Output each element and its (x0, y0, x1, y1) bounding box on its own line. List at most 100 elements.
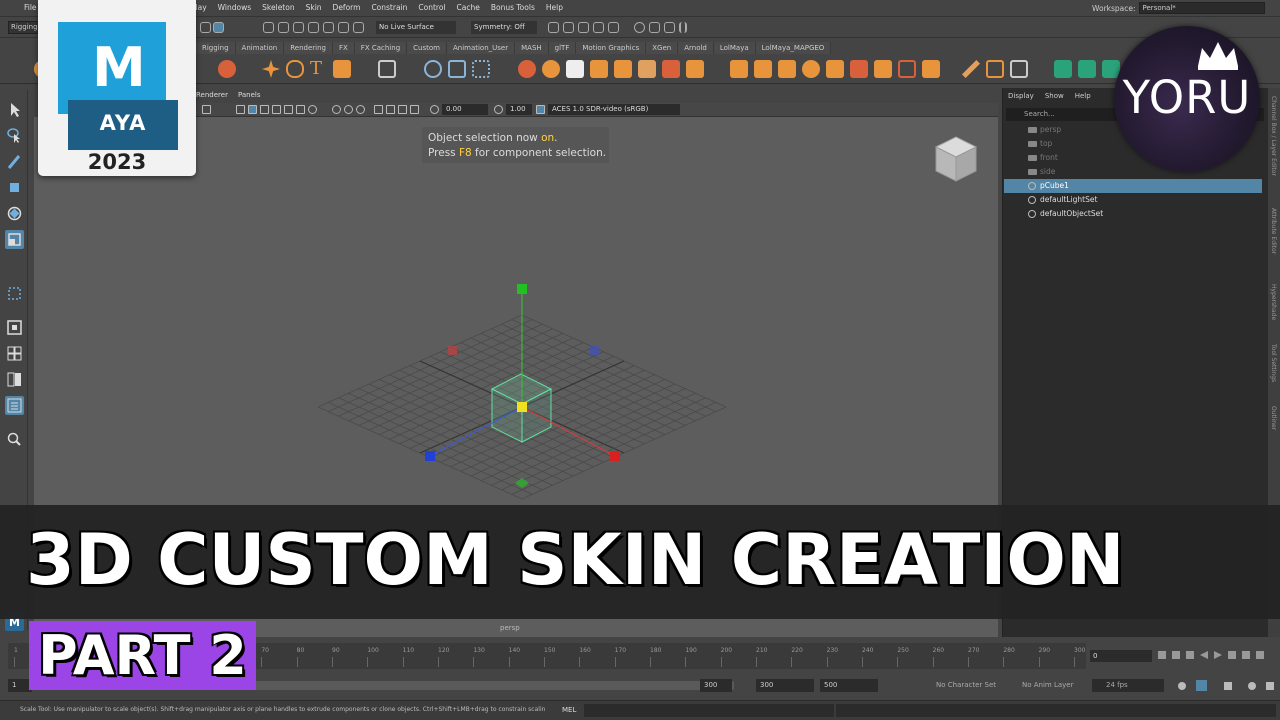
anim-end-field[interactable]: 300 (756, 679, 814, 692)
side-tab-tool-settings[interactable]: Tool Settings (1270, 344, 1277, 382)
shelf-bevel-icon[interactable] (614, 60, 632, 78)
menu-bonus-tools[interactable]: Bonus Tools (491, 3, 535, 12)
search-icon[interactable] (5, 430, 24, 449)
shelf-ring-icon[interactable] (826, 60, 844, 78)
shelf-measure-icon[interactable] (986, 60, 1004, 78)
menu-constrain[interactable]: Constrain (371, 3, 407, 12)
outliner-menu-show[interactable]: Show (1045, 92, 1064, 100)
exposure-field[interactable]: 0.00 (442, 104, 488, 115)
xray-components-icon[interactable] (410, 105, 419, 114)
select-tool-icon[interactable] (5, 100, 24, 119)
outliner-layout-icon[interactable] (5, 396, 24, 415)
fps-dropdown[interactable]: 24 fps (1092, 679, 1164, 692)
shelf-uv-icon[interactable] (778, 60, 796, 78)
menu-deform[interactable]: Deform (333, 3, 361, 12)
color-mgmt-toggle-icon[interactable] (536, 105, 545, 114)
render-seq-icon[interactable] (578, 22, 589, 33)
exposure-icon[interactable] (430, 105, 439, 114)
shelf-star-icon[interactable] (262, 60, 280, 78)
color-mgmt-icon[interactable] (634, 22, 645, 33)
ipr-render-icon[interactable] (593, 22, 604, 33)
shelf-merge-icon[interactable] (686, 60, 704, 78)
color-space-dropdown[interactable]: ACES 1.0 SDR-video (sRGB) (548, 104, 680, 115)
shelf-cylinder-icon[interactable] (590, 60, 608, 78)
play-back-icon[interactable] (1200, 651, 1208, 659)
play-forward-icon[interactable] (1214, 651, 1222, 659)
move-tool-icon[interactable] (5, 178, 24, 197)
shelf-svg-icon[interactable] (333, 60, 351, 78)
motion-blur-icon[interactable] (332, 105, 341, 114)
menu-skeleton[interactable]: Skeleton (262, 3, 294, 12)
xray-joints-icon[interactable] (398, 105, 407, 114)
live-surface-field[interactable]: No Live Surface (376, 21, 456, 34)
rotate-tool-icon[interactable] (5, 204, 24, 223)
shadows-icon[interactable] (296, 105, 305, 114)
side-tab-outliner[interactable]: Outliner (1270, 406, 1277, 430)
shelf-tab-custom[interactable]: Custom (407, 42, 447, 54)
menu-skin[interactable]: Skin (306, 3, 322, 12)
shade-wire-icon[interactable] (260, 105, 269, 114)
character-set-dropdown[interactable]: No Character Set (922, 679, 1014, 692)
go-to-end-icon[interactable] (1256, 651, 1264, 659)
camera-attr-icon[interactable] (202, 105, 211, 114)
shelf-sphere-icon[interactable] (518, 60, 536, 78)
menu-control[interactable]: Control (418, 3, 445, 12)
shelf-tab-fx[interactable]: FX (332, 42, 355, 54)
anim-layer-dropdown[interactable]: No Anim Layer (1008, 679, 1098, 692)
side-tab-channel-box-layer-editor[interactable]: Channel Box / Layer Editor (1270, 96, 1277, 176)
shelf-parent-icon[interactable] (472, 60, 490, 78)
workspace-selector[interactable]: Workspace: Personal* (1092, 2, 1265, 14)
command-line-input[interactable] (584, 704, 834, 717)
smooth-shade-icon[interactable] (248, 105, 257, 114)
history-icon[interactable] (548, 22, 559, 33)
menuset-dropdown[interactable]: Rigging (8, 21, 42, 34)
gamma-field[interactable]: 1.00 (506, 104, 532, 115)
shelf-torus-icon[interactable] (542, 60, 560, 78)
shelf-lol-icon[interactable] (218, 60, 236, 78)
snap-curve-icon[interactable] (278, 22, 289, 33)
shelf-uv-editor-icon[interactable] (1054, 60, 1072, 78)
render-frame-icon[interactable] (563, 22, 574, 33)
menu-windows[interactable]: Windows (218, 3, 251, 12)
shelf-tab-rendering[interactable]: Rendering (284, 42, 333, 54)
single-layout-icon[interactable] (5, 318, 24, 337)
shelf-bridge-icon[interactable] (638, 60, 656, 78)
shelf-box-icon[interactable] (730, 60, 748, 78)
aa-icon[interactable] (344, 105, 353, 114)
shelf-pipe-icon[interactable] (850, 60, 868, 78)
current-frame-field[interactable]: 0 (1090, 650, 1152, 662)
gamma-icon[interactable] (494, 105, 503, 114)
shelf-tab-gltf[interactable]: glTF (548, 42, 577, 54)
textured-icon[interactable] (272, 105, 281, 114)
anim-prefs-icon[interactable] (1248, 682, 1256, 690)
isolate-icon[interactable] (374, 105, 383, 114)
step-back-key-icon[interactable] (1172, 651, 1180, 659)
shelf-plane-icon[interactable] (754, 60, 772, 78)
shelf-aim-icon[interactable] (448, 60, 466, 78)
lasso-tool-icon[interactable] (5, 126, 24, 145)
outliner-item-pcube1[interactable]: pCube1 (1004, 179, 1262, 193)
shelf-extrude-icon[interactable] (662, 60, 680, 78)
snap-vertex-icon[interactable] (338, 22, 349, 33)
menu-help[interactable]: Help (546, 3, 563, 12)
loop-icon[interactable] (1178, 682, 1186, 690)
paint-select-tool-icon[interactable] (5, 152, 24, 171)
panel-menu-panels[interactable]: Panels (238, 91, 261, 103)
workspace-dropdown[interactable]: Personal* (1138, 2, 1265, 14)
shelf-pencil-icon[interactable] (962, 60, 980, 78)
shelf-combine-icon[interactable] (874, 60, 892, 78)
go-to-start-icon[interactable] (1158, 651, 1166, 659)
outliner-menu-help[interactable]: Help (1075, 92, 1091, 100)
sound-icon[interactable] (1224, 682, 1232, 690)
shelf-tab-arnold[interactable]: Arnold (678, 42, 714, 54)
step-forward-key-icon[interactable] (1242, 651, 1250, 659)
shelf-text-icon[interactable]: T (310, 60, 328, 78)
select-object-icon[interactable] (213, 22, 224, 33)
step-forward-icon[interactable] (1228, 651, 1236, 659)
wireframe-icon[interactable] (236, 105, 245, 114)
range-settings-icon[interactable] (1266, 682, 1274, 690)
shelf-tab-xgen[interactable]: XGen (646, 42, 679, 54)
mel-label[interactable]: MEL (562, 706, 576, 714)
shelf-tab-animation-user[interactable]: Animation_User (446, 42, 516, 54)
snap-grid-icon[interactable] (263, 22, 274, 33)
